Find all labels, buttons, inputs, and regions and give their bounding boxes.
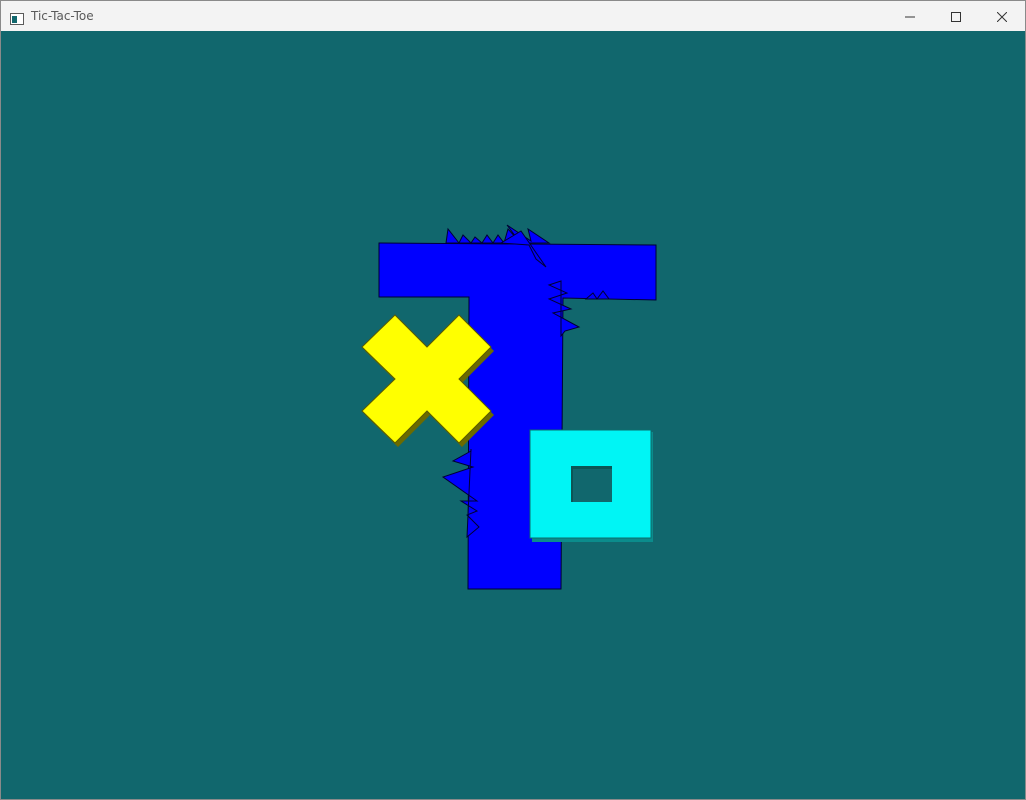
game-scene (361, 224, 657, 590)
title-bar[interactable]: Tic-Tac-Toe (1, 1, 1025, 31)
minimize-icon (905, 7, 915, 26)
app-window: Tic-Tac-Toe (0, 0, 1026, 800)
close-button[interactable] (979, 1, 1025, 31)
maximize-button[interactable] (933, 1, 979, 31)
window-controls (887, 1, 1025, 31)
game-viewport[interactable] (1, 31, 1025, 799)
close-icon (996, 7, 1008, 26)
maximize-icon (951, 7, 961, 26)
minimize-button[interactable] (887, 1, 933, 31)
o-piece (529, 429, 653, 542)
window-app-icon (10, 10, 24, 25)
window-title: Tic-Tac-Toe (31, 9, 94, 23)
